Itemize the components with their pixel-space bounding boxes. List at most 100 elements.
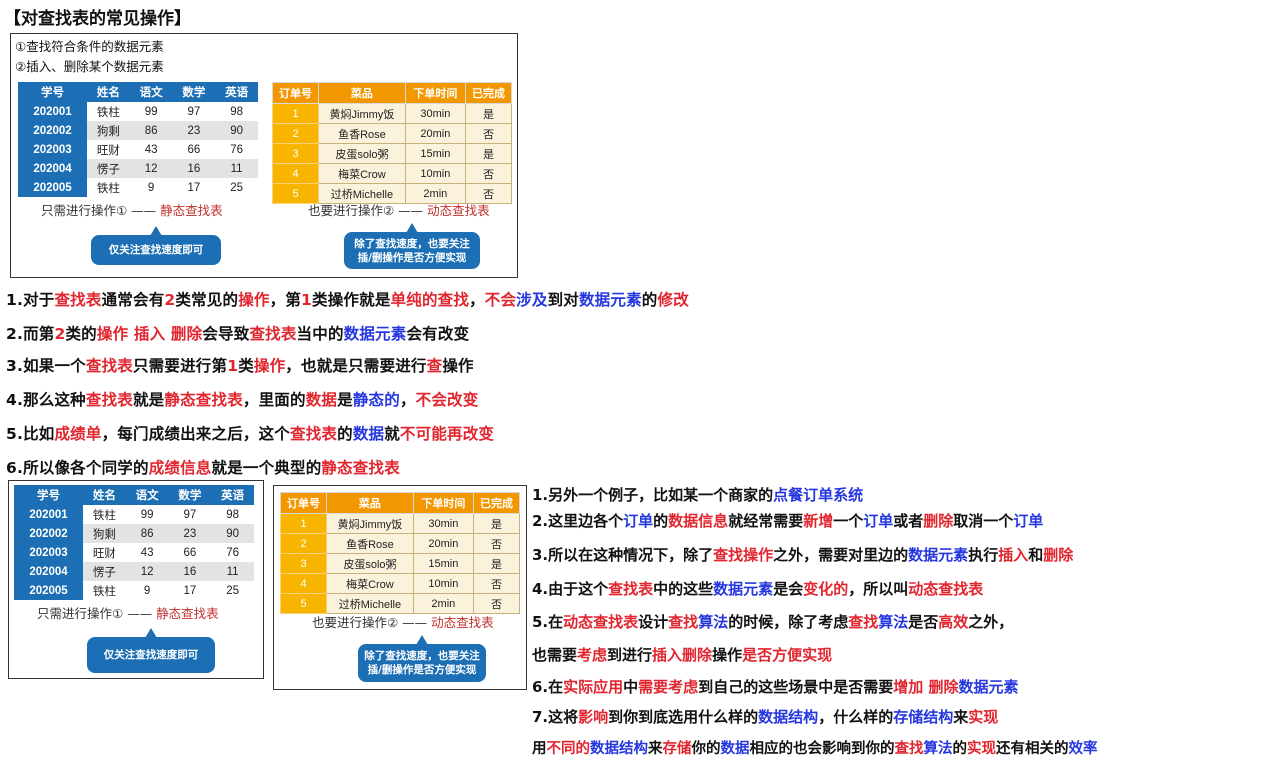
table-row: 4 梅菜Crow 10min 否 bbox=[271, 163, 513, 184]
note-segment: 成绩信息 bbox=[148, 459, 212, 477]
note-segment: 存储 bbox=[662, 741, 692, 757]
bubble-static: 仅关注查找速度即可 bbox=[91, 226, 221, 265]
note-segment: 会导致 bbox=[202, 325, 250, 343]
cell: 86 bbox=[125, 524, 169, 543]
col-header: 菜品 bbox=[318, 82, 406, 104]
note-segment: 不可能再改变 bbox=[399, 425, 495, 443]
note-segment: 4.由于这个 bbox=[532, 580, 609, 598]
note-segment: 算法 bbox=[698, 613, 729, 631]
note-segment: 操作 bbox=[96, 325, 129, 343]
note-segment: 4.那么这种 bbox=[6, 391, 86, 409]
note-segment: 查 bbox=[426, 357, 443, 375]
cell: 202002 bbox=[14, 524, 84, 543]
note-segment: 相应的也会影响到你的 bbox=[749, 741, 895, 757]
note-segment: 修改 bbox=[657, 291, 689, 309]
note-line: 4.那么这种查找表就是静态查找表，里面的数据是静态的，不会改变 bbox=[6, 388, 478, 410]
note-line: 3.如果一个查找表只需要进行第1类操作，也就是只需要进行查操作 bbox=[6, 354, 474, 376]
note-segment: 会有改变 bbox=[406, 325, 470, 343]
note-segment: 就经常需要 bbox=[728, 512, 804, 530]
note-segment: 当中的 bbox=[296, 325, 344, 343]
table-row: 202004 愣子 12 16 11 bbox=[18, 159, 258, 178]
table-row: 202003 旺财 43 66 76 bbox=[18, 140, 258, 159]
cell: 43 bbox=[144, 143, 158, 156]
note-segment: 成绩单 bbox=[54, 425, 102, 443]
cell: 66 bbox=[183, 546, 197, 559]
note-segment: 删除 bbox=[170, 325, 203, 343]
note-segment: 类 bbox=[238, 357, 254, 375]
note-segment: 静态查找表 bbox=[164, 391, 243, 409]
note-segment: 1 bbox=[301, 291, 313, 309]
note-segment: 新增 bbox=[803, 512, 834, 530]
cell: 202005 bbox=[18, 178, 88, 197]
op-1: ①查找符合条件的数据元素 bbox=[15, 39, 164, 54]
note-segment: 数据元素 bbox=[713, 580, 774, 598]
note-segment: 查找表 bbox=[290, 425, 338, 443]
note-segment: 查找 bbox=[668, 613, 699, 631]
note-segment: 取消一个 bbox=[953, 512, 1014, 530]
note-segment: 查找表 bbox=[249, 325, 297, 343]
note-line: 2.这里边各个订单的数据信息就经常需要新增一个订单或者删除取消一个订单 bbox=[532, 510, 1043, 531]
table-row: 202002 狗剩 86 23 90 bbox=[18, 121, 258, 140]
cell: 76 bbox=[230, 143, 243, 156]
bubble-dynamic-2: 除了查找速度，也要关注 插/删操作是否方便实现 bbox=[358, 635, 486, 682]
cell: 是 bbox=[464, 103, 513, 124]
note-line: 5.比如成绩单，每门成绩出来之后，这个查找表的数据就不可能再改变 bbox=[6, 422, 494, 444]
cell: 15min bbox=[412, 553, 474, 574]
cell: 否 bbox=[464, 123, 513, 144]
note-segment: 删除 bbox=[1043, 546, 1074, 564]
note-segment: 用 bbox=[532, 741, 547, 757]
note-line: 1.对于查找表通常会有2类常见的操作，第1类操作就是单纯的查找，不会涉及到对数据… bbox=[6, 288, 689, 310]
note-segment: 数据元素 bbox=[343, 325, 407, 343]
note-segment: 的 bbox=[952, 741, 968, 757]
note-segment: 是否方便实现 bbox=[742, 646, 833, 664]
col-header: 已完成 bbox=[472, 492, 521, 514]
note-segment: 就 bbox=[384, 425, 400, 443]
note-segment: 数据结构 bbox=[758, 708, 819, 726]
note-segment: 操作 bbox=[712, 646, 743, 664]
col-header: 学号 bbox=[18, 82, 88, 102]
cell: 皮蛋solo粥 bbox=[318, 143, 406, 164]
cell: 202002 bbox=[18, 121, 88, 140]
note-segment: 之外，需要对里边的 bbox=[773, 546, 909, 564]
cell: 86 bbox=[129, 121, 173, 140]
cell: 否 bbox=[472, 573, 521, 594]
col-header: 下单时间 bbox=[404, 82, 466, 104]
note-segment: 数据 bbox=[720, 741, 750, 757]
note-segment: 1.对于 bbox=[6, 291, 55, 309]
caption-prefix: 只需进行操作① —— bbox=[41, 203, 161, 218]
cell: 25 bbox=[230, 181, 243, 194]
cell: 鱼香Rose bbox=[326, 533, 414, 554]
caption-prefix: 也要进行操作② —— bbox=[312, 615, 432, 630]
cell: 铁柱 bbox=[96, 106, 120, 119]
caption-prefix: 也要进行操作② —— bbox=[308, 203, 428, 218]
cell: 76 bbox=[226, 546, 239, 559]
caption-dynamic: 也要进行操作② —— 动态查找表 bbox=[308, 200, 490, 219]
table-row: 4 梅菜Crow 10min 否 bbox=[279, 573, 521, 594]
note-segment: 的 bbox=[641, 291, 658, 309]
note-segment: ， bbox=[399, 391, 416, 409]
bubble-static-2: 仅关注查找速度即可 bbox=[87, 628, 215, 673]
note-segment: 数据 bbox=[352, 425, 385, 443]
cell: 9 bbox=[147, 181, 155, 194]
cell: 11 bbox=[215, 159, 258, 178]
order-table-2: 订单号 菜品 下单时间 已完成 1 黄焖Jimmy饭 30min 是 2 鱼香Rose 2… bbox=[279, 492, 521, 614]
cell: 3 bbox=[279, 553, 328, 574]
note-segment: 操作 bbox=[253, 357, 286, 375]
note-segment: ，所以叫 bbox=[848, 580, 909, 598]
note-segment: 查找操作 bbox=[713, 546, 774, 564]
note-segment: 静态查找表 bbox=[321, 459, 400, 477]
cell: 11 bbox=[211, 562, 254, 581]
bubble-text: 仅关注查找速度即可 bbox=[108, 244, 204, 256]
cell: 梅菜Crow bbox=[318, 163, 406, 184]
note-segment: 算法 bbox=[878, 613, 909, 631]
cell: 16 bbox=[168, 562, 212, 581]
cell: 12 bbox=[129, 159, 173, 178]
cell: 黄焖Jimmy饭 bbox=[326, 513, 414, 534]
note-segment: 5.比如 bbox=[6, 425, 55, 443]
note-segment: 到进行 bbox=[607, 646, 653, 664]
col-header: 数学 bbox=[172, 82, 216, 102]
col-header: 订单号 bbox=[271, 82, 320, 104]
cell: 10min bbox=[412, 573, 474, 594]
col-header: 学号 bbox=[14, 485, 84, 505]
note-segment: 查找表 bbox=[608, 580, 654, 598]
